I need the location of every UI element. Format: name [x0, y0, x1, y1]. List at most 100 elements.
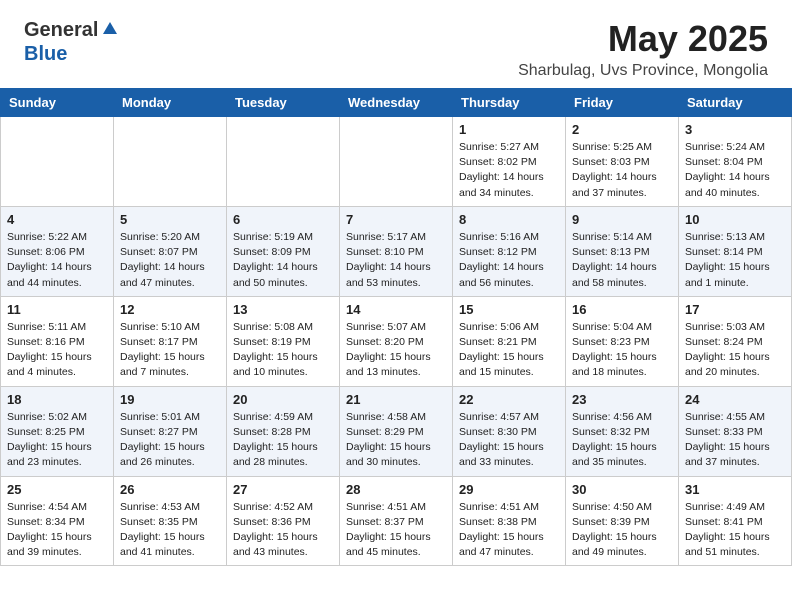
- col-header-tuesday: Tuesday: [227, 89, 340, 117]
- col-header-sunday: Sunday: [1, 89, 114, 117]
- week-row: 25 Sunrise: 4:54 AM Sunset: 8:34 PM Dayli…: [1, 476, 792, 566]
- day-number: 13: [233, 302, 333, 317]
- calendar-cell: [227, 117, 340, 207]
- day-number: 8: [459, 212, 559, 227]
- day-number: 20: [233, 392, 333, 407]
- day-info: Sunrise: 5:27 AM Sunset: 8:02 PM Dayligh…: [459, 140, 559, 201]
- day-number: 23: [572, 392, 672, 407]
- day-info: Sunrise: 5:22 AM Sunset: 8:06 PM Dayligh…: [7, 230, 107, 291]
- calendar-cell: 31 Sunrise: 4:49 AM Sunset: 8:41 PM Dayli…: [679, 476, 792, 566]
- day-number: 3: [685, 122, 785, 137]
- day-info: Sunrise: 4:58 AM Sunset: 8:29 PM Dayligh…: [346, 410, 446, 471]
- day-info: Sunrise: 4:50 AM Sunset: 8:39 PM Dayligh…: [572, 500, 672, 561]
- calendar-cell: 25 Sunrise: 4:54 AM Sunset: 8:34 PM Dayli…: [1, 476, 114, 566]
- day-number: 30: [572, 482, 672, 497]
- calendar-cell: 3 Sunrise: 5:24 AM Sunset: 8:04 PM Daylig…: [679, 117, 792, 207]
- day-number: 7: [346, 212, 446, 227]
- col-header-thursday: Thursday: [453, 89, 566, 117]
- day-number: 25: [7, 482, 107, 497]
- calendar-cell: 1 Sunrise: 5:27 AM Sunset: 8:02 PM Daylig…: [453, 117, 566, 207]
- day-number: 26: [120, 482, 220, 497]
- calendar-cell: 18Sunrise: 5:02 AM Sunset: 8:25 PM Dayli…: [1, 386, 114, 476]
- day-info: Sunrise: 5:11 AM Sunset: 8:16 PM Dayligh…: [7, 320, 107, 381]
- col-header-friday: Friday: [566, 89, 679, 117]
- day-info: Sunrise: 5:14 AM Sunset: 8:13 PM Dayligh…: [572, 230, 672, 291]
- calendar-cell: 14 Sunrise: 5:07 AM Sunset: 8:20 PM Dayli…: [340, 296, 453, 386]
- day-number: 16: [572, 302, 672, 317]
- day-info: Sunrise: 5:10 AM Sunset: 8:17 PM Dayligh…: [120, 320, 220, 381]
- day-number: 17: [685, 302, 785, 317]
- day-info: Sunrise: 5:25 AM Sunset: 8:03 PM Dayligh…: [572, 140, 672, 201]
- day-number: 10: [685, 212, 785, 227]
- day-number: 11: [7, 302, 107, 317]
- week-row: 4Sunrise: 5:22 AM Sunset: 8:06 PM Daylig…: [1, 206, 792, 296]
- day-info: Sunrise: 5:16 AM Sunset: 8:12 PM Dayligh…: [459, 230, 559, 291]
- day-info: Sunrise: 4:52 AM Sunset: 8:36 PM Dayligh…: [233, 500, 333, 561]
- day-number: 15: [459, 302, 559, 317]
- calendar-title: May 2025: [518, 18, 768, 60]
- day-number: 2: [572, 122, 672, 137]
- calendar-cell: 26 Sunrise: 4:53 AM Sunset: 8:35 PM Dayli…: [114, 476, 227, 566]
- day-info: Sunrise: 5:01 AM Sunset: 8:27 PM Dayligh…: [120, 410, 220, 471]
- day-info: Sunrise: 4:51 AM Sunset: 8:38 PM Dayligh…: [459, 500, 559, 561]
- day-info: Sunrise: 4:49 AM Sunset: 8:41 PM Dayligh…: [685, 500, 785, 561]
- day-number: 28: [346, 482, 446, 497]
- calendar-cell: 21 Sunrise: 4:58 AM Sunset: 8:29 PM Dayli…: [340, 386, 453, 476]
- day-info: Sunrise: 5:13 AM Sunset: 8:14 PM Dayligh…: [685, 230, 785, 291]
- calendar-cell: 6 Sunrise: 5:19 AM Sunset: 8:09 PM Daylig…: [227, 206, 340, 296]
- calendar-cell: 5Sunrise: 5:20 AM Sunset: 8:07 PM Daylig…: [114, 206, 227, 296]
- day-info: Sunrise: 4:54 AM Sunset: 8:34 PM Dayligh…: [7, 500, 107, 561]
- day-number: 22: [459, 392, 559, 407]
- title-block: May 2025 Sharbulag, Uvs Province, Mongol…: [518, 18, 768, 80]
- day-info: Sunrise: 5:20 AM Sunset: 8:07 PM Dayligh…: [120, 230, 220, 291]
- day-info: Sunrise: 4:57 AM Sunset: 8:30 PM Dayligh…: [459, 410, 559, 471]
- calendar-cell: 17 Sunrise: 5:03 AM Sunset: 8:24 PM Dayli…: [679, 296, 792, 386]
- day-info: Sunrise: 5:04 AM Sunset: 8:23 PM Dayligh…: [572, 320, 672, 381]
- day-info: Sunrise: 5:24 AM Sunset: 8:04 PM Dayligh…: [685, 140, 785, 201]
- calendar-cell: 23 Sunrise: 4:56 AM Sunset: 8:32 PM Dayli…: [566, 386, 679, 476]
- calendar-cell: [1, 117, 114, 207]
- calendar-cell: [114, 117, 227, 207]
- day-info: Sunrise: 5:06 AM Sunset: 8:21 PM Dayligh…: [459, 320, 559, 381]
- calendar-cell: 2 Sunrise: 5:25 AM Sunset: 8:03 PM Daylig…: [566, 117, 679, 207]
- day-info: Sunrise: 5:03 AM Sunset: 8:24 PM Dayligh…: [685, 320, 785, 381]
- day-number: 21: [346, 392, 446, 407]
- day-number: 6: [233, 212, 333, 227]
- calendar-cell: 24Sunrise: 4:55 AM Sunset: 8:33 PM Dayli…: [679, 386, 792, 476]
- day-number: 19: [120, 392, 220, 407]
- day-info: Sunrise: 5:07 AM Sunset: 8:20 PM Dayligh…: [346, 320, 446, 381]
- day-number: 1: [459, 122, 559, 137]
- col-header-monday: Monday: [114, 89, 227, 117]
- calendar-cell: 12 Sunrise: 5:10 AM Sunset: 8:17 PM Dayli…: [114, 296, 227, 386]
- calendar-cell: 28Sunrise: 4:51 AM Sunset: 8:37 PM Dayli…: [340, 476, 453, 566]
- day-info: Sunrise: 4:53 AM Sunset: 8:35 PM Dayligh…: [120, 500, 220, 561]
- calendar-cell: 20Sunrise: 4:59 AM Sunset: 8:28 PM Dayli…: [227, 386, 340, 476]
- col-header-wednesday: Wednesday: [340, 89, 453, 117]
- day-number: 12: [120, 302, 220, 317]
- day-info: Sunrise: 5:19 AM Sunset: 8:09 PM Dayligh…: [233, 230, 333, 291]
- page-header: General Blue May 2025 Sharbulag, Uvs Pro…: [0, 0, 792, 88]
- calendar-cell: 7Sunrise: 5:17 AM Sunset: 8:10 PM Daylig…: [340, 206, 453, 296]
- calendar-cell: 13 Sunrise: 5:08 AM Sunset: 8:19 PM Dayli…: [227, 296, 340, 386]
- day-number: 18: [7, 392, 107, 407]
- logo: General Blue: [24, 18, 119, 66]
- day-number: 14: [346, 302, 446, 317]
- calendar-location: Sharbulag, Uvs Province, Mongolia: [518, 62, 768, 80]
- calendar-table: SundayMondayTuesdayWednesdayThursdayFrid…: [0, 88, 792, 566]
- logo-blue-text: Blue: [24, 43, 67, 65]
- day-info: Sunrise: 4:56 AM Sunset: 8:32 PM Dayligh…: [572, 410, 672, 471]
- day-number: 9: [572, 212, 672, 227]
- calendar-cell: 11 Sunrise: 5:11 AM Sunset: 8:16 PM Dayli…: [1, 296, 114, 386]
- calendar-cell: 19 Sunrise: 5:01 AM Sunset: 8:27 PM Dayli…: [114, 386, 227, 476]
- week-row: 18Sunrise: 5:02 AM Sunset: 8:25 PM Dayli…: [1, 386, 792, 476]
- calendar-cell: 30 Sunrise: 4:50 AM Sunset: 8:39 PM Dayli…: [566, 476, 679, 566]
- calendar-cell: 9 Sunrise: 5:14 AM Sunset: 8:13 PM Daylig…: [566, 206, 679, 296]
- day-number: 27: [233, 482, 333, 497]
- calendar-header-row: SundayMondayTuesdayWednesdayThursdayFrid…: [1, 89, 792, 117]
- day-number: 24: [685, 392, 785, 407]
- calendar-cell: [340, 117, 453, 207]
- day-number: 31: [685, 482, 785, 497]
- calendar-cell: 27 Sunrise: 4:52 AM Sunset: 8:36 PM Dayli…: [227, 476, 340, 566]
- col-header-saturday: Saturday: [679, 89, 792, 117]
- day-info: Sunrise: 5:08 AM Sunset: 8:19 PM Dayligh…: [233, 320, 333, 381]
